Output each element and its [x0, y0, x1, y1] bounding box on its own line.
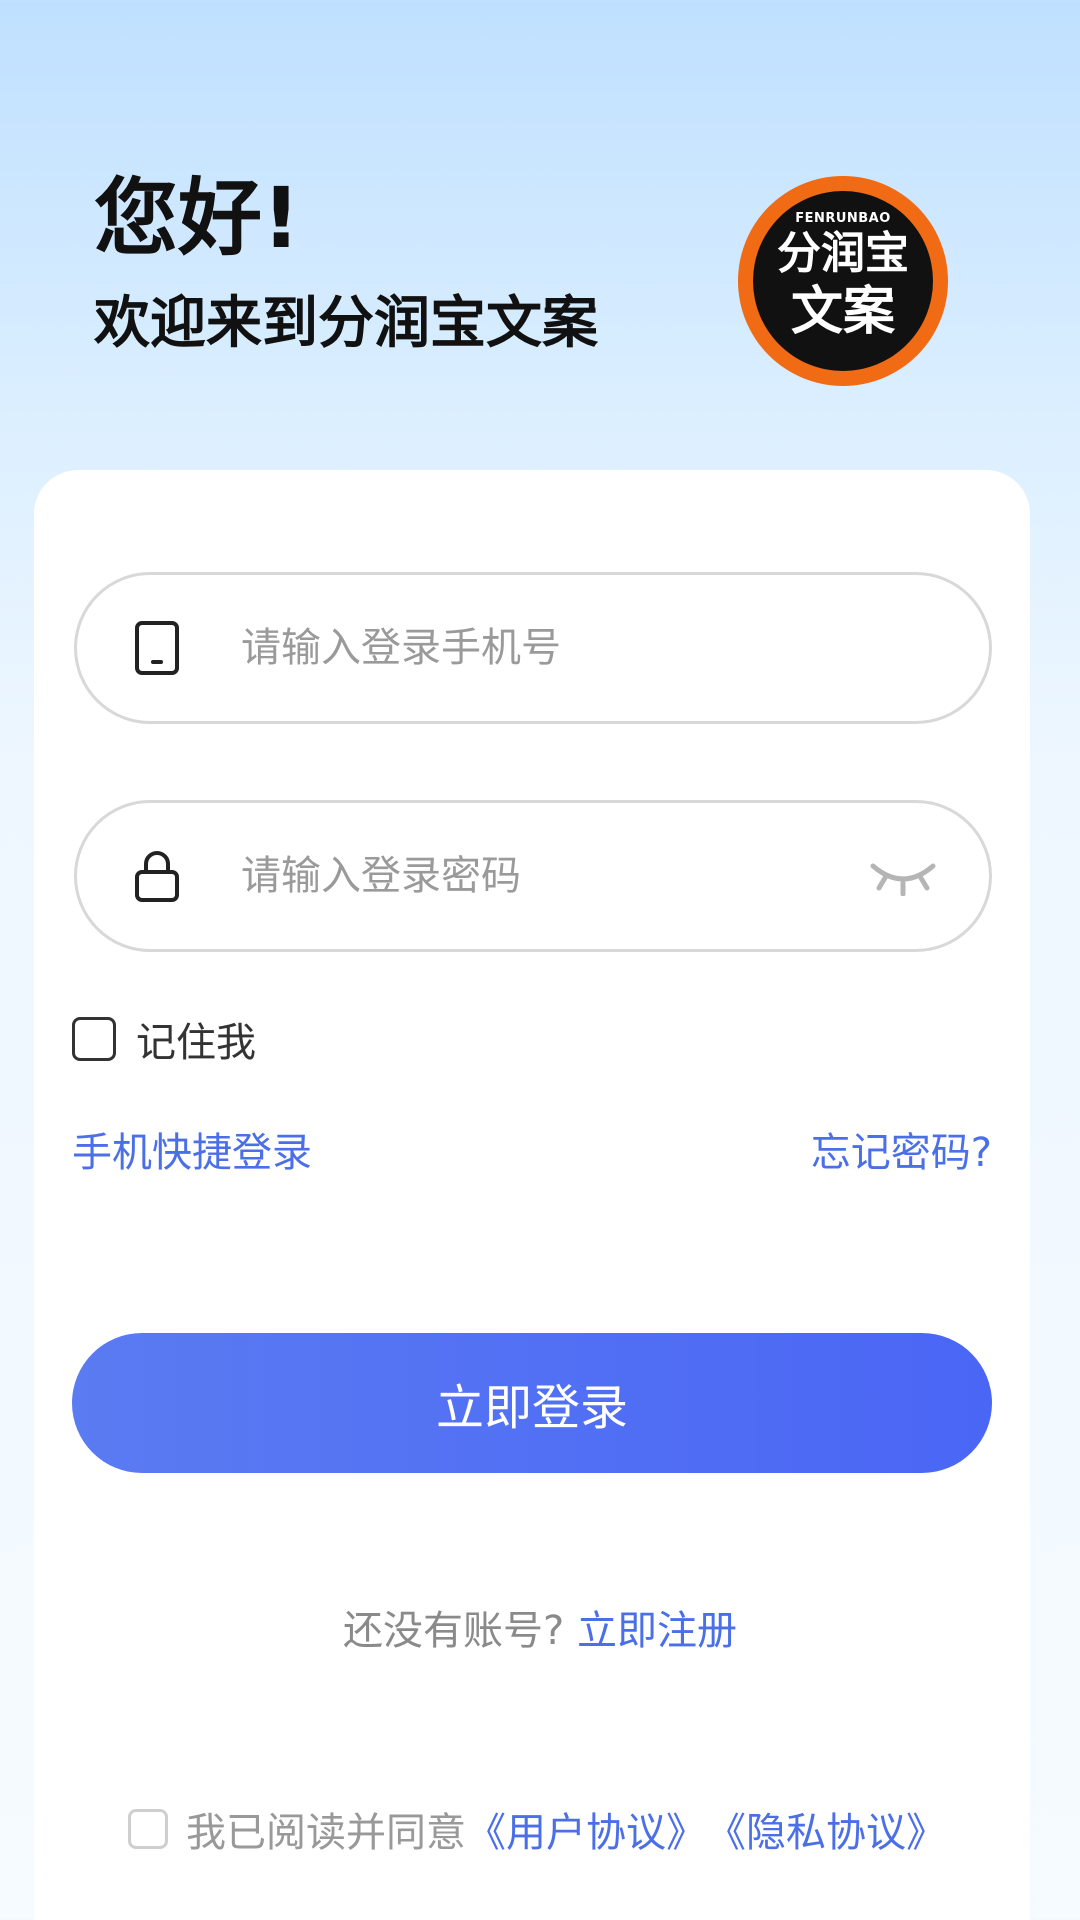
app-logo: FENRUNBAO 分润宝 文案	[738, 176, 948, 386]
logo-top-text: FENRUNBAO	[795, 211, 891, 226]
agreement-checkbox[interactable]	[128, 1809, 168, 1849]
greeting-title: 您好!	[94, 169, 301, 267]
privacy-agreement-link[interactable]: 《隐私协议》	[706, 1800, 946, 1858]
phone-field[interactable]	[74, 572, 992, 724]
phone-input[interactable]	[241, 625, 841, 671]
remember-label: 记住我	[136, 1020, 256, 1066]
quick-login-link[interactable]: 手机快捷登录	[72, 1120, 312, 1178]
forgot-password-link[interactable]: 忘记密码?	[811, 1120, 992, 1178]
logo-line1: 分润宝	[777, 228, 909, 279]
register-question: 还没有账号?	[343, 1608, 565, 1654]
register-link[interactable]: 立即注册	[577, 1608, 737, 1654]
user-agreement-link[interactable]: 《用户协议》	[466, 1800, 706, 1858]
remember-checkbox[interactable]	[72, 1017, 116, 1061]
phone-icon	[129, 620, 185, 676]
greeting-header: 您好! 欢迎来到分润宝文案	[94, 176, 694, 352]
password-field[interactable]	[74, 800, 992, 952]
eye-closed-icon[interactable]	[869, 856, 937, 897]
register-prompt: 还没有账号? 立即注册	[0, 1598, 1080, 1656]
logo-line2: 文案	[790, 282, 895, 342]
remember-me[interactable]: 记住我	[72, 1010, 256, 1068]
lock-icon	[129, 848, 185, 904]
login-button[interactable]: 立即登录	[72, 1333, 992, 1473]
welcome-subtitle: 欢迎来到分润宝文案	[94, 291, 598, 356]
logo-badge: FENRUNBAO 分润宝 文案	[753, 191, 933, 371]
agreement-row: 我已阅读并同意 《用户协议》 《隐私协议》	[128, 1800, 946, 1858]
agreement-text: 我已阅读并同意	[186, 1810, 466, 1856]
password-input[interactable]	[241, 853, 841, 899]
